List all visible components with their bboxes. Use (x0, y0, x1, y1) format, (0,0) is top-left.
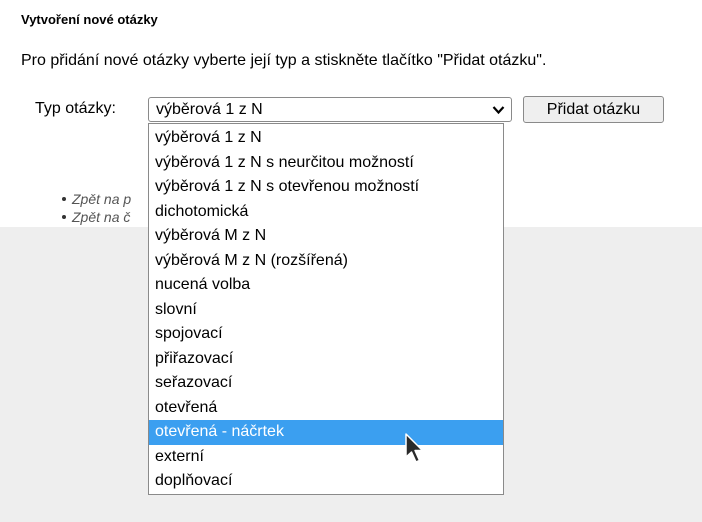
option-item[interactable]: slovní (149, 298, 503, 323)
chevron-down-icon (492, 106, 505, 115)
question-type-select[interactable]: výběrová 1 z N (148, 97, 512, 122)
question-type-options-list: výběrová 1 z N výběrová 1 z N s neurčito… (148, 123, 504, 495)
option-item[interactable]: výběrová 1 z N (149, 126, 503, 151)
question-type-selected-value: výběrová 1 z N (156, 101, 263, 118)
option-item[interactable]: nucená volba (149, 273, 503, 298)
mouse-pointer-icon (405, 433, 424, 463)
option-item[interactable]: doplňovací (149, 469, 503, 494)
option-item[interactable]: výběrová 1 z N s neurčitou možností (149, 151, 503, 176)
option-item[interactable]: výběrová M z N (rozšířená) (149, 249, 503, 274)
option-item[interactable]: spojovací (149, 322, 503, 347)
option-item[interactable]: seřazovací (149, 371, 503, 396)
option-item[interactable]: výběrová 1 z N s otevřenou možností (149, 175, 503, 200)
option-item[interactable]: externí (149, 445, 503, 470)
option-item[interactable]: přiřazovací (149, 347, 503, 372)
back-link[interactable]: Zpět na p (62, 190, 131, 208)
back-links-list: Zpět na p Zpět na č (62, 190, 131, 226)
option-item[interactable]: otevřená (149, 396, 503, 421)
back-link[interactable]: Zpět na č (62, 208, 131, 226)
option-item[interactable]: dichotomická (149, 200, 503, 225)
intro-text: Pro přidání nové otázky vyberte její typ… (21, 52, 547, 69)
option-item[interactable]: otevřená - náčrtek (149, 420, 503, 445)
option-item[interactable]: výběrová M z N (149, 224, 503, 249)
question-type-label: Typ otázky: (35, 100, 116, 117)
add-question-button[interactable]: Přidat otázku (523, 96, 664, 123)
page-title: Vytvoření nové otázky (21, 12, 158, 27)
